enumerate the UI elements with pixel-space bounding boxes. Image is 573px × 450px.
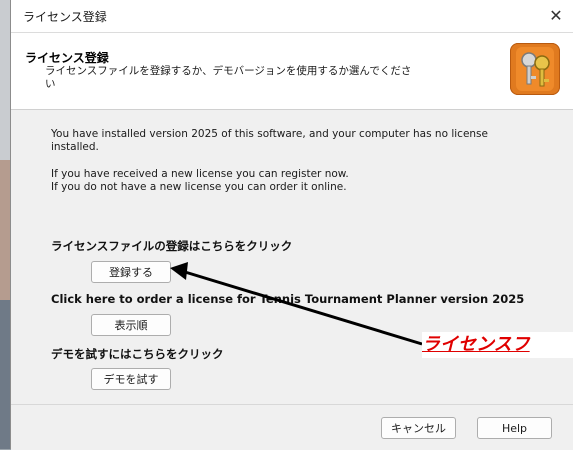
dialog-footer: キャンセル Help bbox=[11, 404, 573, 450]
header-title: ライセンス登録 bbox=[25, 51, 109, 65]
window-title: ライセンス登録 bbox=[23, 10, 107, 24]
annotation-callout: ライセンスフ bbox=[422, 332, 573, 358]
demo-button[interactable]: デモを試す bbox=[91, 368, 171, 390]
demo-label: デモを試すにはこちらをクリック bbox=[51, 347, 224, 361]
info-line-4: If you do not have a new license you can… bbox=[51, 181, 347, 193]
dialog-header: ライセンス登録 ライセンスファイルを登録するか、デモバージョンを使用するか選んで… bbox=[11, 33, 573, 110]
license-dialog: ライセンス登録 ✕ ライセンス登録 ライセンスファイルを登録するか、デモバージョ… bbox=[10, 0, 573, 450]
info-line-3: If you have received a new license you c… bbox=[51, 168, 349, 180]
order-label: Click here to order a license for Tennis… bbox=[51, 292, 525, 306]
info-line-1: You have installed version 2025 of this … bbox=[51, 128, 488, 140]
header-subtitle: ライセンスファイルを登録するか、デモバージョンを使用するか選んでください bbox=[45, 65, 412, 90]
title-bar: ライセンス登録 ✕ bbox=[11, 0, 573, 33]
callout-text: ライセンスフ bbox=[422, 334, 530, 355]
info-line-2: installed. bbox=[51, 141, 99, 153]
register-label: ライセンスファイルの登録はこちらをクリック bbox=[51, 239, 293, 253]
help-button[interactable]: Help bbox=[477, 417, 552, 439]
order-button[interactable]: 表示順 bbox=[91, 314, 171, 336]
close-button[interactable]: ✕ bbox=[544, 4, 568, 28]
register-button[interactable]: 登録する bbox=[91, 261, 171, 283]
cancel-button[interactable]: キャンセル bbox=[381, 417, 456, 439]
keys-icon bbox=[510, 43, 560, 95]
